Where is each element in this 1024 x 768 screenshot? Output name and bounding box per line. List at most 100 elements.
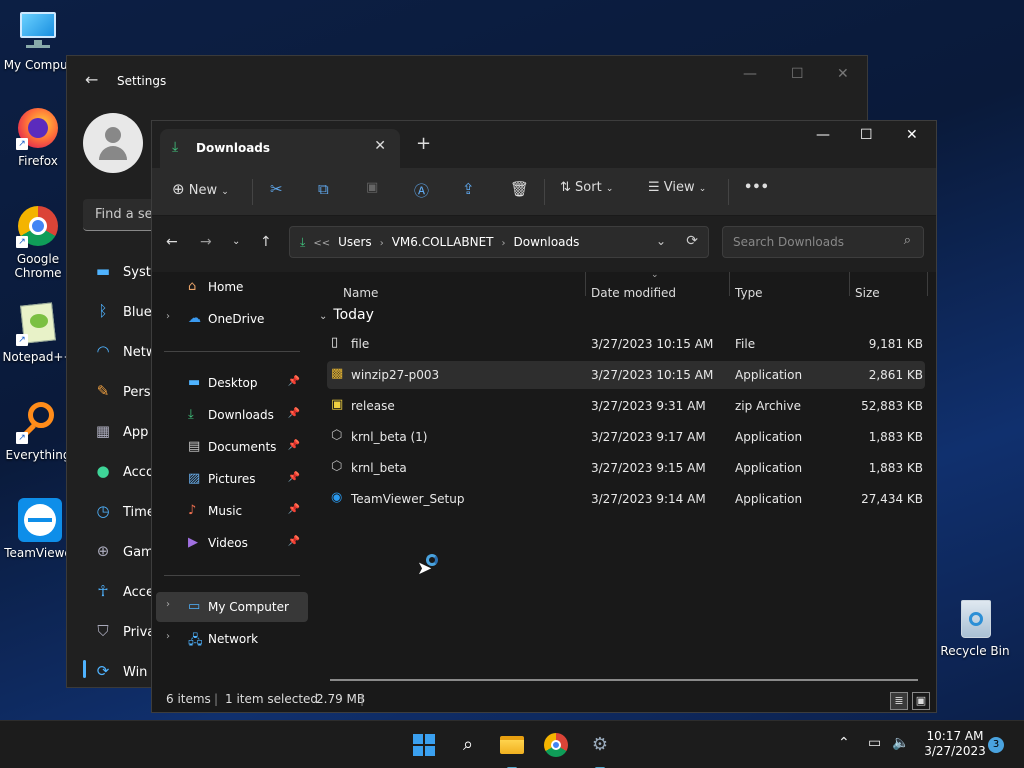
search-input[interactable]: Search Downloads ⌕	[722, 226, 924, 258]
file-row[interactable]: ▯ file 3/27/2023 10:15 AM File 9,181 KB	[327, 330, 925, 358]
column-header-date[interactable]: Date modified	[591, 286, 676, 300]
paste-button[interactable]: ▣	[366, 180, 378, 195]
back-button[interactable]: ←	[166, 234, 178, 250]
tab-downloads[interactable]: ⤓ Downloads ✕	[160, 129, 400, 168]
chevron-right-icon: ›	[379, 238, 384, 249]
pin-icon[interactable]: 📌	[288, 440, 300, 451]
start-button[interactable]	[410, 731, 438, 759]
column-header-name[interactable]: Name	[343, 286, 378, 300]
tab-strip[interactable]: ⤓ Downloads ✕ + — ☐ ✕	[152, 121, 936, 168]
notepadpp-icon: ↗	[16, 302, 60, 346]
nav-videos[interactable]: ▶ Videos 📌	[156, 528, 308, 558]
horizontal-scrollbar[interactable]	[330, 679, 918, 681]
pin-icon[interactable]: 📌	[288, 376, 300, 387]
clock[interactable]: 10:17 AM 3/27/2023	[920, 729, 990, 759]
desktop-icon-notepadpp[interactable]: ↗ Notepad++	[0, 302, 76, 364]
tiles-view-button[interactable]: ▣	[912, 692, 930, 710]
app-icon: ⬡	[331, 428, 343, 443]
nav-pictures[interactable]: ▨ Pictures 📌	[156, 464, 308, 494]
file-explorer-window[interactable]: ⤓ Downloads ✕ + — ☐ ✕ ⊕ New ⌄ ✂ ⧉ ▣ Ⓐ ⇪ …	[151, 120, 937, 713]
cut-button[interactable]: ✂	[270, 180, 283, 198]
breadcrumb-user[interactable]: VM6.COLLABNET	[392, 235, 494, 249]
maximize-icon[interactable]: ☐	[791, 66, 804, 82]
column-header-size[interactable]: Size	[855, 286, 880, 300]
person-icon: ●	[96, 462, 110, 480]
share-button[interactable]: ⇪	[462, 180, 475, 198]
nav-documents[interactable]: ▤ Documents 📌	[156, 432, 308, 462]
network-icon[interactable]: ▭	[868, 735, 881, 751]
nav-home[interactable]: ⌂ Home	[156, 272, 308, 302]
shortcut-arrow-icon: ↗	[16, 334, 28, 346]
up-button[interactable]: ↑	[260, 234, 272, 250]
volume-icon[interactable]: 🔈	[892, 735, 909, 751]
rename-button[interactable]: Ⓐ	[414, 180, 429, 201]
minimize-icon[interactable]: —	[743, 66, 757, 82]
notification-badge[interactable]: 3	[988, 737, 1004, 753]
copy-button[interactable]: ⧉	[318, 180, 329, 198]
column-header-type[interactable]: Type	[735, 286, 763, 300]
view-button[interactable]: ☰ View ⌄	[648, 180, 706, 195]
firefox-icon: ↗	[16, 106, 60, 150]
chevron-right-icon[interactable]: ›	[166, 631, 170, 642]
file-row-selected[interactable]: ▩ winzip27-p003 3/27/2023 10:15 AM Appli…	[327, 361, 925, 389]
nav-downloads[interactable]: ⤓ Downloads 📌	[156, 400, 308, 430]
desktop-icon-chrome[interactable]: ↗ Google Chrome	[0, 204, 76, 280]
taskbar-file-explorer[interactable]	[498, 731, 526, 768]
pin-icon[interactable]: 📌	[288, 536, 300, 547]
address-bar[interactable]: ⤓ << Users › VM6.COLLABNET › Downloads ⌄ ⟳	[289, 226, 709, 258]
chevron-right-icon[interactable]: ›	[166, 599, 170, 610]
nav-onedrive[interactable]: › ☁ OneDrive	[156, 304, 308, 334]
details-view-button[interactable]: ≣	[890, 692, 908, 710]
download-icon: ⤓	[300, 235, 306, 249]
trash-icon: 🗑	[510, 180, 530, 198]
close-icon[interactable]: ✕	[837, 66, 849, 82]
chevron-down-icon[interactable]: ⌄	[656, 234, 666, 248]
delete-button[interactable]: 🗑	[510, 180, 529, 198]
desktop-icon-label: Notepad++	[2, 350, 74, 364]
recent-locations-button[interactable]: ⌄	[232, 236, 240, 247]
file-row[interactable]: ⬡ krnl_beta (1) 3/27/2023 9:17 AM Applic…	[327, 423, 925, 451]
new-button[interactable]: ⊕ New ⌄	[172, 180, 229, 198]
chevron-right-icon[interactable]: ›	[166, 311, 170, 322]
recycle-bin-icon	[953, 596, 997, 640]
settings-titlebar[interactable]: ← Settings — ☐ ✕	[67, 56, 867, 104]
search-button[interactable]: ⌕	[454, 731, 482, 759]
desktop-icon-my-computer[interactable]: My Comput	[0, 10, 76, 72]
file-row[interactable]: ◉ TeamViewer_Setup 3/27/2023 9:14 AM App…	[327, 485, 925, 513]
minimize-button[interactable]: —	[816, 127, 830, 143]
desktop-icon-label: Everything	[5, 448, 71, 462]
teamviewer-icon: ◉	[331, 490, 343, 505]
navigation-pane: ⌂ Home › ☁ OneDrive ▬ Desktop 📌 ⤓ Downloads 📌 ▤…	[152, 272, 312, 682]
sort-button[interactable]: ⇅ Sort ⌄	[560, 180, 613, 195]
maximize-button[interactable]: ☐	[860, 127, 873, 143]
see-more-button[interactable]: •••	[744, 180, 769, 195]
desktop-icon-everything[interactable]: ↗ Everything	[0, 400, 76, 462]
close-tab-icon[interactable]: ✕	[374, 138, 386, 154]
pin-icon[interactable]: 📌	[288, 408, 300, 419]
taskbar-chrome[interactable]	[542, 731, 570, 759]
new-tab-button[interactable]: +	[416, 133, 431, 154]
group-header-today[interactable]: ⌄ Today	[319, 307, 374, 323]
nav-desktop[interactable]: ▬ Desktop 📌	[156, 368, 308, 398]
pin-icon[interactable]: 📌	[288, 472, 300, 483]
desktop-icon-recycle-bin[interactable]: Recycle Bin	[937, 596, 1013, 658]
breadcrumb-overflow[interactable]: <<	[313, 238, 330, 249]
breadcrumb-downloads[interactable]: Downloads	[514, 235, 580, 249]
teamviewer-icon	[16, 498, 62, 542]
forward-button[interactable]: →	[200, 234, 212, 250]
breadcrumb-users[interactable]: Users	[338, 235, 372, 249]
nav-my-computer[interactable]: › ▭ My Computer	[156, 592, 308, 622]
home-icon: ⌂	[188, 279, 197, 294]
back-arrow-icon[interactable]: ←	[85, 70, 98, 89]
close-button[interactable]: ✕	[906, 127, 918, 143]
nav-network[interactable]: › 🖧 Network	[156, 624, 308, 654]
refresh-icon[interactable]: ⟳	[686, 233, 698, 249]
show-hidden-icons-button[interactable]: ⌃	[838, 735, 850, 751]
file-row[interactable]: ⬡ krnl_beta 3/27/2023 9:15 AM Applicatio…	[327, 454, 925, 482]
desktop-icon-teamviewer[interactable]: TeamViewe	[0, 498, 76, 560]
taskbar-settings[interactable]: ⚙	[586, 731, 614, 768]
desktop-icon-firefox[interactable]: ↗ Firefox	[0, 106, 76, 168]
nav-music[interactable]: ♪ Music 📌	[156, 496, 308, 526]
file-row[interactable]: ▣ release 3/27/2023 9:31 AM zip Archive …	[327, 392, 925, 420]
pin-icon[interactable]: 📌	[288, 504, 300, 515]
